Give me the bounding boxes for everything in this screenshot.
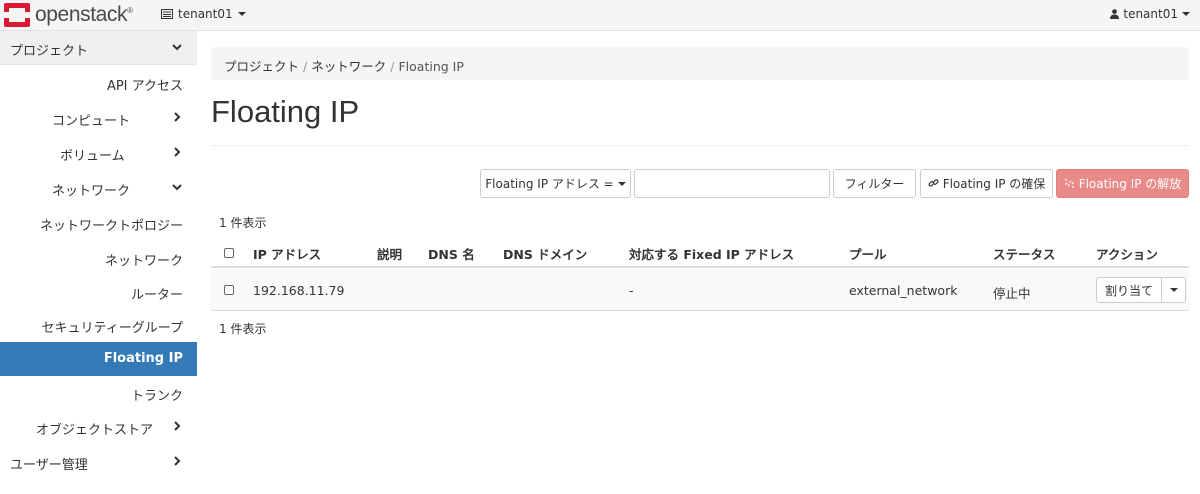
filter-button[interactable]: フィルター xyxy=(833,169,916,198)
sidebar-item-network[interactable]: ネットワーク xyxy=(0,171,197,205)
sidebar-item-label: コンピュート xyxy=(52,114,131,129)
caret-down-icon xyxy=(617,181,626,186)
sidebar-item-label: Floating IP xyxy=(103,351,183,366)
openstack-logo[interactable]: openstack® xyxy=(4,3,133,27)
sidebar-item-routers[interactable]: ルーター xyxy=(0,275,197,309)
cell-status: 停止中 xyxy=(993,286,1031,301)
chevron-right-icon xyxy=(174,456,181,466)
column-header-pool[interactable]: プール xyxy=(849,244,887,263)
sidebar-item-label: トランク xyxy=(130,389,183,404)
chevron-down-icon xyxy=(172,44,182,51)
openstack-logo-icon xyxy=(4,3,30,27)
table-row: 192.168.11.79 - external_network 停止中 割り当… xyxy=(211,269,1189,311)
filter-field-label: Floating IP アドレス = xyxy=(485,177,614,191)
sidebar-item-label: API アクセス xyxy=(106,79,183,94)
sidebar-item-label: セキュリティーグループ xyxy=(41,321,183,336)
page-title: Floating IP xyxy=(211,94,360,129)
row-action-dropdown-toggle[interactable] xyxy=(1162,277,1187,303)
user-icon xyxy=(1110,9,1120,19)
release-floating-ip-label: Floating IP の解放 xyxy=(1078,177,1182,191)
column-header-status[interactable]: ステータス xyxy=(993,244,1056,263)
cell-fixed-ip: - xyxy=(629,283,634,298)
select-all-checkbox[interactable] xyxy=(224,248,234,258)
filter-field-select[interactable]: Floating IP アドレス = xyxy=(480,169,631,198)
sidebar-item-compute[interactable]: コンピュート xyxy=(0,101,197,135)
top-navbar: openstack® tenant01 tenant01 xyxy=(0,0,1200,31)
sidebar-item-label: ルーター xyxy=(130,288,183,303)
associate-button-label: 割り当て xyxy=(1105,283,1154,298)
cell-ip-address[interactable]: 192.168.11.79 xyxy=(253,283,344,298)
sidebar-item-label: オブジェクトストア xyxy=(36,423,154,438)
column-header-fixed-ip[interactable]: 対応する Fixed IP アドレス xyxy=(629,244,794,263)
allocate-floating-ip-label: Floating IP の確保 xyxy=(942,177,1046,191)
sidebar-item-label: ネットワーク xyxy=(104,254,183,269)
column-header-ip-address[interactable]: IP アドレス xyxy=(253,244,321,263)
allocate-floating-ip-button[interactable]: Floating IP の確保 xyxy=(920,169,1053,198)
chevron-right-icon xyxy=(174,421,181,431)
row-action-group: 割り当て xyxy=(1096,277,1187,303)
unlink-icon xyxy=(1064,178,1075,189)
associate-button[interactable]: 割り当て xyxy=(1096,277,1163,303)
item-count-top: 1 件表示 xyxy=(219,216,267,230)
breadcrumb: プロジェクト / ネットワーク / Floating IP xyxy=(211,47,1189,80)
sidebar-item-user-management[interactable]: ユーザー管理 xyxy=(0,445,197,479)
sidebar-item-trunk[interactable]: トランク xyxy=(0,376,197,410)
sidebar-item-label: ユーザー管理 xyxy=(10,458,88,473)
column-header-dns-domain[interactable]: DNS ドメイン xyxy=(503,244,587,263)
chevron-right-icon xyxy=(174,147,181,157)
filter-button-label: フィルター xyxy=(844,177,905,191)
project-selector-label: tenant01 xyxy=(178,7,233,21)
filter-input[interactable] xyxy=(634,169,830,198)
chevron-right-icon xyxy=(174,112,181,122)
table-header: IP アドレス 説明 DNS 名 DNS ドメイン 対応する Fixed IP … xyxy=(211,236,1189,268)
breadcrumb-item-network[interactable]: ネットワーク xyxy=(311,59,386,74)
logo-text: openstack® xyxy=(35,3,133,26)
sidebar-item-label: ボリューム xyxy=(60,149,125,164)
sidebar-item-api-access[interactable]: API アクセス xyxy=(0,66,197,100)
column-header-actions: アクション xyxy=(1096,247,1158,262)
sidebar-item-network-topology[interactable]: ネットワークトポロジー xyxy=(0,206,197,240)
cell-pool: external_network xyxy=(849,283,958,298)
breadcrumb-separator: / xyxy=(390,59,395,74)
caret-down-icon xyxy=(1169,288,1178,292)
project-selector[interactable]: tenant01 xyxy=(161,7,246,21)
item-count-bottom: 1 件表示 xyxy=(219,322,267,336)
breadcrumb-item-current: Floating IP xyxy=(398,59,464,74)
release-floating-ip-button[interactable]: Floating IP の解放 xyxy=(1056,169,1189,198)
row-checkbox[interactable] xyxy=(224,285,234,295)
column-header-description[interactable]: 説明 xyxy=(377,244,402,263)
keyboard-icon xyxy=(161,9,173,19)
chevron-down-icon xyxy=(172,184,182,191)
sidebar: プロジェクト API アクセス コンピュート ボリューム ネットワーク ネットワ… xyxy=(0,31,197,494)
column-header-dns-name[interactable]: DNS 名 xyxy=(428,244,475,263)
sidebar-item-label: ネットワークトポロジー xyxy=(39,219,183,234)
caret-down-icon xyxy=(237,12,246,16)
sidebar-item-label: プロジェクト xyxy=(10,44,89,59)
sidebar-item-networks[interactable]: ネットワーク xyxy=(0,241,197,275)
breadcrumb-separator: / xyxy=(303,59,308,74)
sidebar-item-floating-ip[interactable]: Floating IP xyxy=(0,342,197,376)
sidebar-item-label: ネットワーク xyxy=(52,184,131,199)
user-menu-label: tenant01 xyxy=(1123,7,1178,21)
link-icon xyxy=(928,179,939,187)
divider xyxy=(211,145,1189,146)
caret-down-icon xyxy=(1182,12,1190,16)
sidebar-item-volume[interactable]: ボリューム xyxy=(0,136,197,170)
sidebar-item-project[interactable]: プロジェクト xyxy=(0,31,197,65)
breadcrumb-item-project[interactable]: プロジェクト xyxy=(224,59,299,74)
user-menu[interactable]: tenant01 xyxy=(1110,7,1190,21)
sidebar-item-security-groups[interactable]: セキュリティーグループ xyxy=(0,308,197,342)
sidebar-item-object-store[interactable]: オブジェクトストア xyxy=(0,410,197,444)
